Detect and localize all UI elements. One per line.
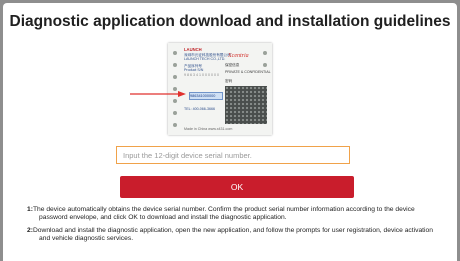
envelope-password-cn: 密码 bbox=[225, 79, 233, 83]
serial-number-input[interactable] bbox=[116, 146, 350, 164]
envelope-hole bbox=[173, 123, 177, 127]
app-window: Diagnostic application download and inst… bbox=[0, 0, 460, 261]
guideline-panel: Diagnostic application download and inst… bbox=[3, 3, 457, 261]
envelope-script-logo: Xcentria bbox=[228, 53, 249, 59]
envelope-hole bbox=[173, 51, 177, 55]
envelope-sn-digits: 9 8 6 3 4 1 0 0 0 0 0 0 bbox=[184, 73, 219, 77]
envelope-confidential-en: PRIVATE & CONFIDENTIAL bbox=[225, 70, 271, 74]
envelope-hole bbox=[263, 51, 267, 55]
instruction-text: The device automatically obtains the dev… bbox=[32, 206, 415, 222]
instruction-item: 1:The device automatically obtains the d… bbox=[27, 206, 443, 223]
instruction-item: 2:Download and install the diagnostic ap… bbox=[27, 227, 443, 244]
arrow-right-icon bbox=[130, 91, 186, 97]
envelope-confidential-cn: 保密信息 bbox=[225, 63, 240, 67]
instructions-list: 1:The device automatically obtains the d… bbox=[27, 206, 443, 248]
envelope-hole bbox=[173, 99, 177, 103]
envelope-hole bbox=[173, 63, 177, 67]
instruction-text: Download and install the diagnostic appl… bbox=[32, 226, 433, 243]
envelope-sn-en: Product S/N bbox=[184, 68, 204, 72]
ok-button[interactable]: OK bbox=[120, 176, 354, 198]
envelope-footer: Made in China www.x431.com bbox=[184, 127, 233, 131]
envelope-hole bbox=[173, 111, 177, 115]
envelope-brand: LAUNCH bbox=[184, 47, 202, 52]
envelope-hole bbox=[173, 75, 177, 79]
envelope-serial-highlight: 986341000000 bbox=[189, 92, 223, 100]
envelope-password-grid bbox=[225, 86, 267, 124]
envelope-hotline: TEL: 400-066-3666 bbox=[184, 107, 215, 111]
page-title: Diagnostic application download and inst… bbox=[9, 13, 451, 30]
envelope-hole bbox=[263, 63, 267, 67]
password-envelope-image: LAUNCH 深圳市元征科技股份有限公司 LAUNCH TECH CO.,LTD… bbox=[168, 43, 272, 135]
envelope-company-en: LAUNCH TECH CO.,LTD. bbox=[184, 57, 226, 61]
